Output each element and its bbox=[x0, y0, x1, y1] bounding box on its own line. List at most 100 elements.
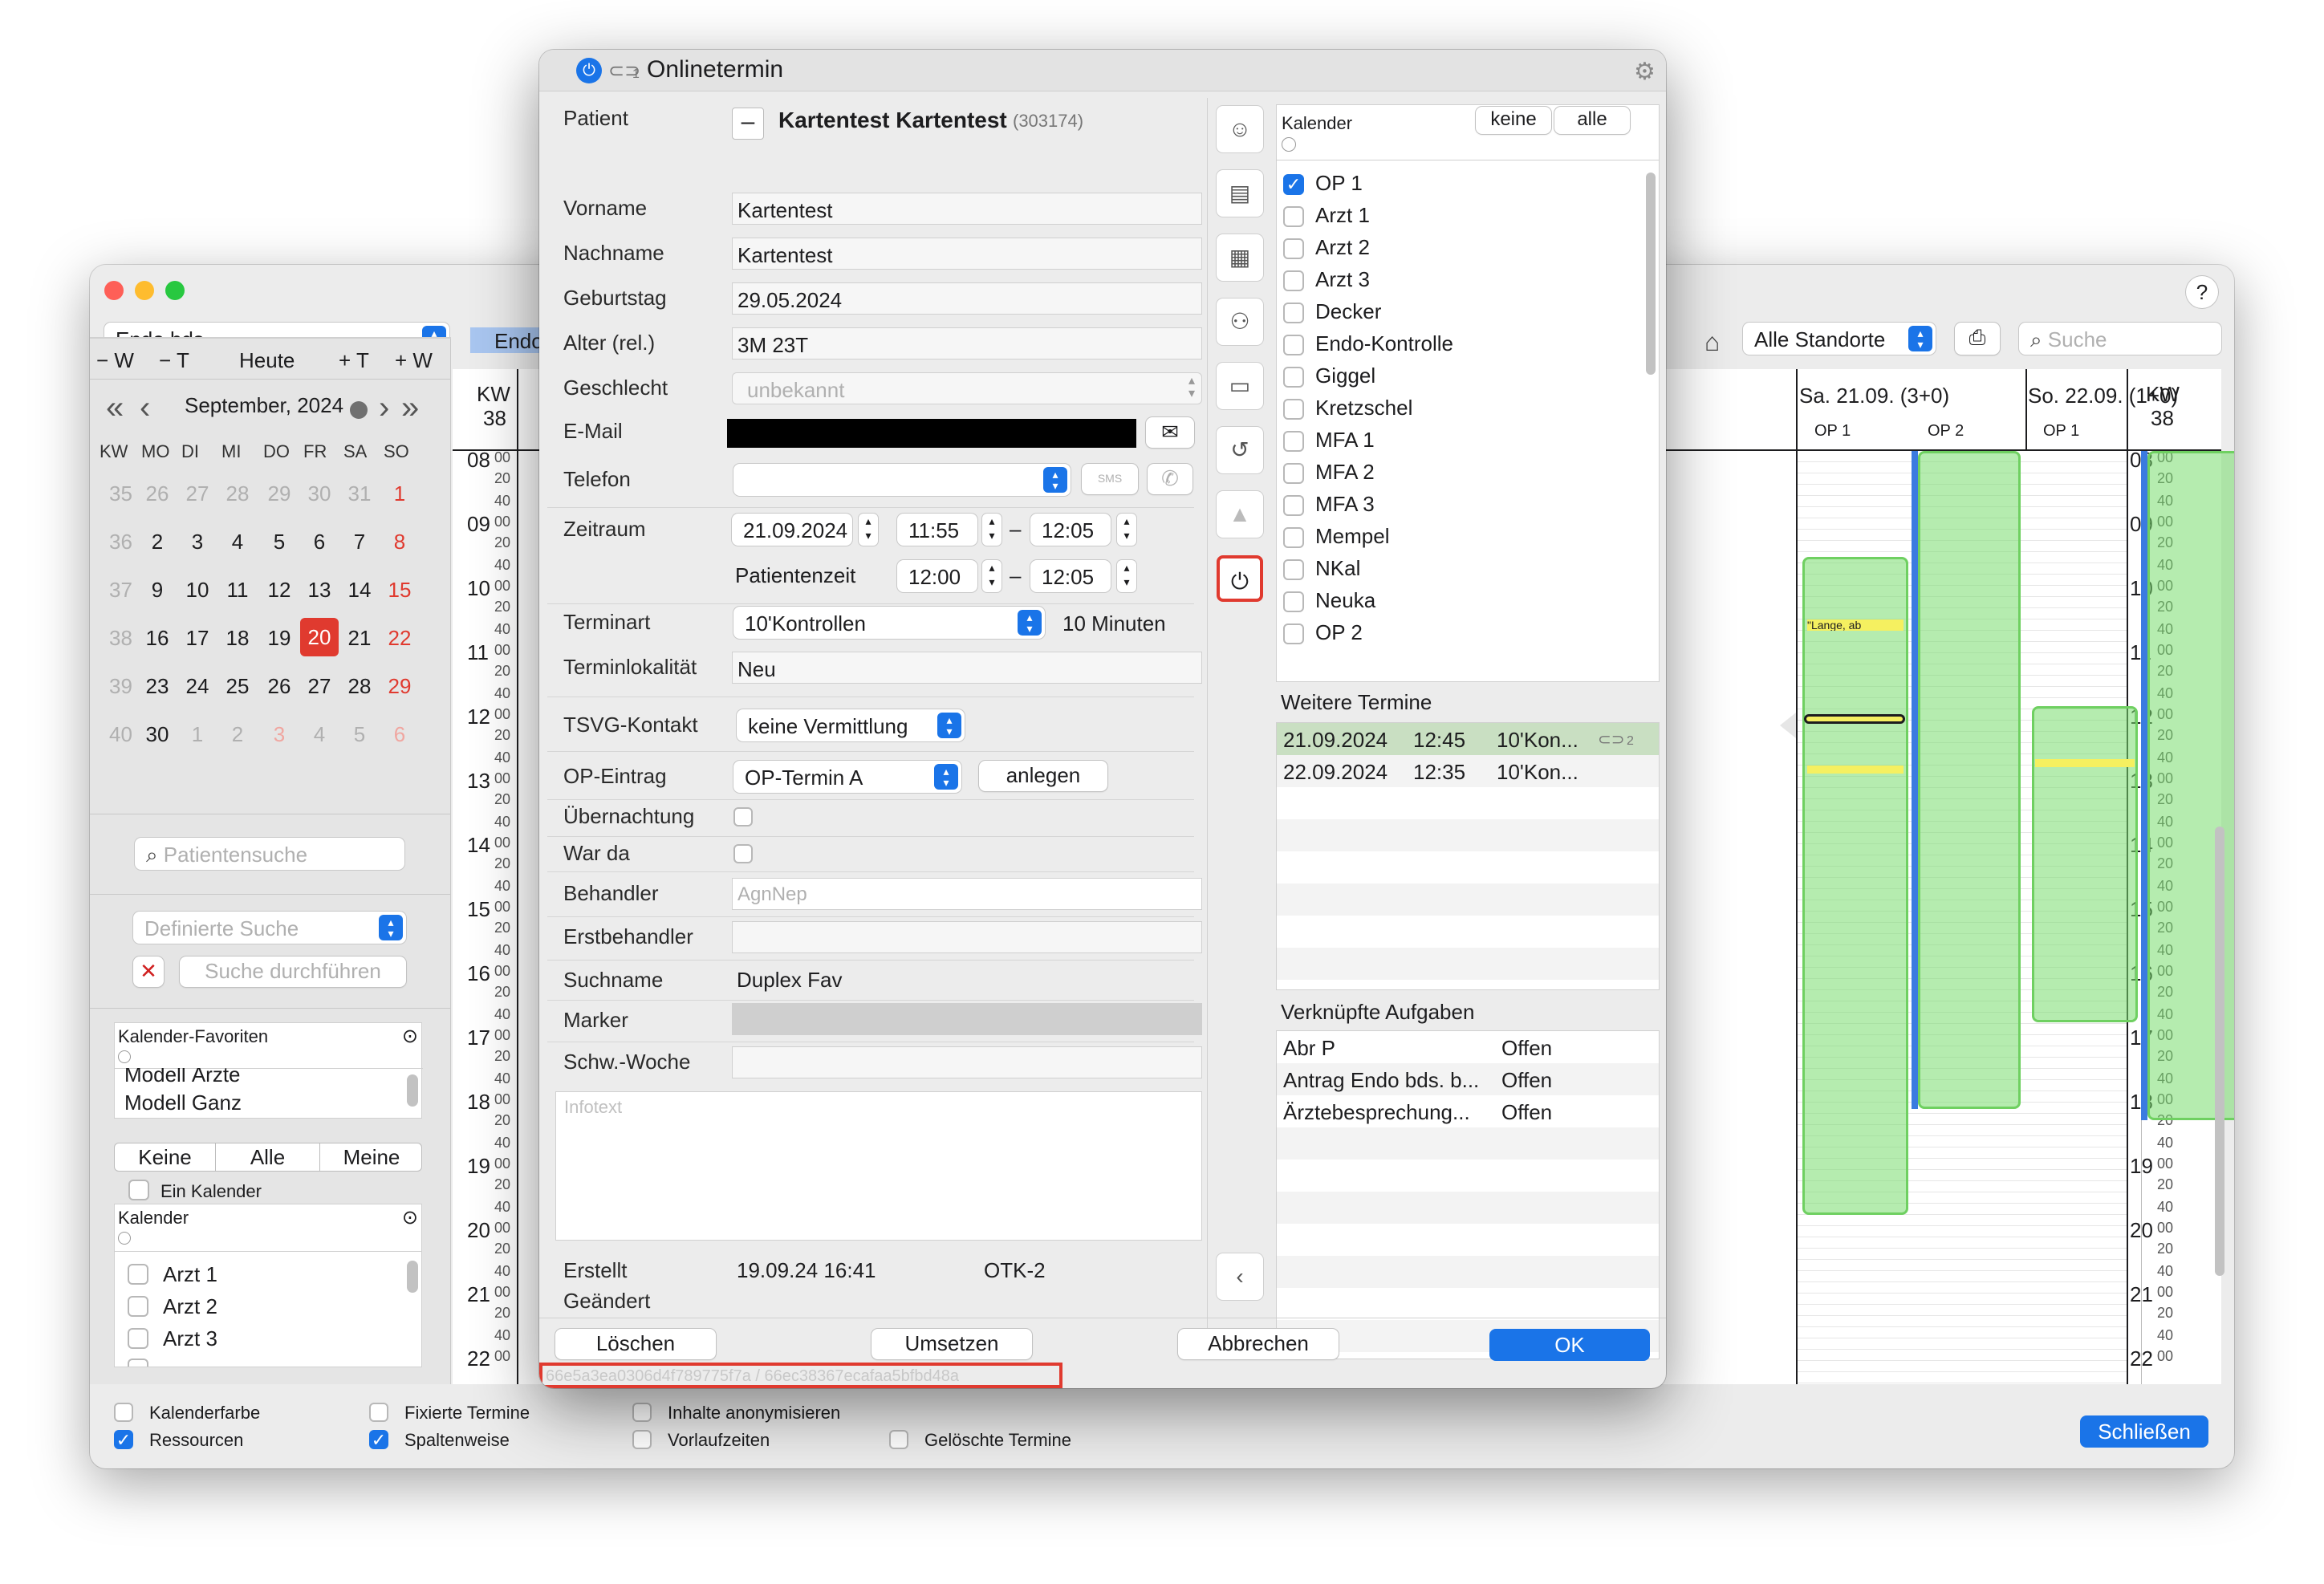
nav-plus-week[interactable]: + W bbox=[395, 348, 433, 373]
day-cell[interactable]: 9 bbox=[143, 578, 172, 603]
one-calendar-checkbox[interactable] bbox=[128, 1180, 149, 1200]
end-time-field[interactable]: 12:05 bbox=[1030, 514, 1111, 546]
pt-end-field[interactable]: 12:05 bbox=[1030, 560, 1111, 592]
onlinetermin-button[interactable]: ⏻ bbox=[1217, 555, 1263, 602]
kalender-checkbox[interactable] bbox=[1283, 591, 1304, 612]
day-cell[interactable]: 26 bbox=[265, 674, 294, 699]
day-cell[interactable]: 6 bbox=[385, 722, 414, 747]
kalender-item[interactable]: Arzt 3 bbox=[1315, 267, 1370, 292]
kalender-checkbox[interactable] bbox=[1283, 463, 1304, 484]
ok-button[interactable]: OK bbox=[1489, 1329, 1650, 1361]
day-cell[interactable]: 3 bbox=[265, 722, 294, 747]
nav-minus-week[interactable]: − W bbox=[96, 348, 134, 373]
day-cell[interactable]: 6 bbox=[305, 530, 334, 554]
nav-plus-day[interactable]: + T bbox=[339, 348, 369, 373]
erstbehandler-field[interactable] bbox=[732, 921, 1202, 953]
day-cell[interactable]: 2 bbox=[223, 722, 252, 747]
kalender-checkbox[interactable] bbox=[1283, 623, 1304, 644]
option-checkbox[interactable] bbox=[632, 1403, 652, 1422]
day-cell[interactable]: 30 bbox=[305, 481, 334, 506]
option-checkbox[interactable] bbox=[889, 1430, 908, 1449]
option-checkbox[interactable]: ✓ bbox=[114, 1430, 133, 1449]
day-cell[interactable]: 3 bbox=[183, 530, 212, 554]
day-cell[interactable]: 2 bbox=[143, 530, 172, 554]
day-cell[interactable]: 14 bbox=[345, 578, 374, 603]
aufgabe-row[interactable]: Antrag Endo bds. b... Offen bbox=[1277, 1063, 1659, 1095]
calendar-item[interactable]: Arzt 3 bbox=[163, 1326, 217, 1351]
kalender-checkbox[interactable] bbox=[1283, 303, 1304, 323]
kalender-item[interactable]: Giggel bbox=[1315, 364, 1375, 388]
day-cell[interactable]: 7 bbox=[345, 530, 374, 554]
defined-search-select[interactable]: Definierte Suche ▴ ▾ bbox=[133, 912, 406, 944]
start-time-field[interactable]: 11:55 bbox=[897, 514, 977, 546]
option-checkbox[interactable]: ✓ bbox=[369, 1430, 388, 1449]
schwoche-field[interactable] bbox=[732, 1046, 1202, 1078]
day-cell[interactable]: 1 bbox=[385, 481, 414, 506]
nachname-field[interactable]: Kartentest bbox=[732, 238, 1202, 270]
nav-minus-day[interactable]: − T bbox=[159, 348, 189, 373]
kalender-checkbox[interactable] bbox=[1283, 270, 1304, 291]
day-cell[interactable]: 31 bbox=[345, 481, 374, 506]
filter-meine-button[interactable]: Meine bbox=[320, 1143, 423, 1171]
schliessen-button[interactable]: Schließen bbox=[2080, 1415, 2208, 1448]
day-cell[interactable]: 11 bbox=[223, 578, 252, 603]
sms-button[interactable]: SMS bbox=[1082, 464, 1138, 494]
day-cell[interactable]: 30 bbox=[143, 722, 172, 747]
end-time-stepper[interactable]: ▴ ▾ bbox=[1117, 514, 1136, 546]
kalender-checkbox[interactable] bbox=[1283, 559, 1304, 580]
day-cell[interactable]: 16 bbox=[143, 626, 172, 651]
day-cell[interactable]: 5 bbox=[345, 722, 374, 747]
next-month-icon[interactable]: » bbox=[401, 390, 419, 426]
day-cell[interactable]: 10 bbox=[183, 578, 212, 603]
kalender-checkbox[interactable] bbox=[1283, 495, 1304, 516]
grid-scrollbar[interactable] bbox=[2215, 827, 2224, 1276]
kalender-checkbox[interactable] bbox=[1283, 527, 1304, 548]
appointment[interactable]: "Lange, ab bbox=[1807, 619, 1903, 631]
calendar-checkbox[interactable] bbox=[128, 1264, 148, 1285]
option-checkbox[interactable] bbox=[632, 1430, 652, 1449]
appointment-selected[interactable] bbox=[1804, 714, 1905, 724]
umsetzen-button[interactable]: Umsetzen bbox=[872, 1329, 1032, 1359]
day-cell[interactable]: 5 bbox=[265, 530, 294, 554]
patient-collapse-button[interactable]: – bbox=[732, 108, 764, 140]
kalender-item[interactable]: OP 1 bbox=[1315, 171, 1363, 196]
weitere-row[interactable]: 22.09.2024 12:35 10'Kon... bbox=[1277, 755, 1659, 787]
marker-field[interactable] bbox=[732, 1003, 1202, 1035]
day-cell[interactable]: 15 bbox=[385, 578, 414, 603]
geburtstag-field[interactable]: 29.05.2024 bbox=[732, 282, 1202, 315]
day-cell[interactable]: 22 bbox=[385, 626, 414, 651]
weitere-row[interactable]: 21.09.2024 12:45 10'Kon... ⊂⊃ 2 bbox=[1277, 723, 1659, 755]
day-cell[interactable]: 29 bbox=[385, 674, 414, 699]
location-select[interactable]: Alle Standorte ▴ ▾ bbox=[1743, 323, 1936, 355]
day-cell[interactable]: 29 bbox=[265, 481, 294, 506]
aufgabe-row[interactable]: Ärztebesprechung... Offen bbox=[1277, 1095, 1659, 1127]
person-add-button[interactable]: ⚇ bbox=[1217, 299, 1263, 345]
day-cell[interactable]: 23 bbox=[143, 674, 172, 699]
alter-field[interactable]: 3M 23T bbox=[732, 327, 1202, 359]
help-button[interactable]: ? bbox=[2186, 276, 2218, 308]
close-window-button[interactable] bbox=[104, 281, 124, 300]
day-cell[interactable]: 26 bbox=[143, 481, 172, 506]
lokalitaet-field[interactable]: Neu bbox=[732, 652, 1202, 684]
collapse-panel-button[interactable]: ‹ bbox=[1217, 1253, 1263, 1300]
day-cell[interactable]: 27 bbox=[305, 674, 334, 699]
aufgabe-row[interactable]: Abr P Offen bbox=[1277, 1031, 1659, 1063]
warda-checkbox[interactable] bbox=[733, 844, 753, 863]
telefon-select[interactable]: ▴ ▾ bbox=[733, 464, 1071, 496]
calendar-item[interactable]: Arzt 1 bbox=[163, 1262, 217, 1287]
day-cell[interactable]: 24 bbox=[183, 674, 212, 699]
run-search-button[interactable]: Suche durchführen bbox=[180, 956, 406, 987]
day-cell[interactable]: 28 bbox=[345, 674, 374, 699]
kalender-item[interactable]: Decker bbox=[1315, 299, 1381, 324]
home-icon[interactable]: ⌂ bbox=[1704, 327, 1720, 357]
pt-start-stepper[interactable]: ▴ ▾ bbox=[982, 560, 1002, 592]
pt-start-field[interactable]: 12:00 bbox=[897, 560, 977, 592]
favorites-menu-icon[interactable]: ⊙ bbox=[402, 1025, 418, 1048]
kalender-checkbox[interactable] bbox=[1283, 367, 1304, 388]
kalender-item[interactable]: MFA 3 bbox=[1315, 492, 1375, 517]
calendar-checkbox[interactable] bbox=[128, 1328, 148, 1349]
day-cell[interactable]: 21 bbox=[345, 626, 374, 651]
next-day-icon[interactable]: › bbox=[379, 390, 389, 426]
kalender-item[interactable]: MFA 1 bbox=[1315, 428, 1375, 453]
calendar-item[interactable]: Arzt 2 bbox=[163, 1294, 217, 1319]
